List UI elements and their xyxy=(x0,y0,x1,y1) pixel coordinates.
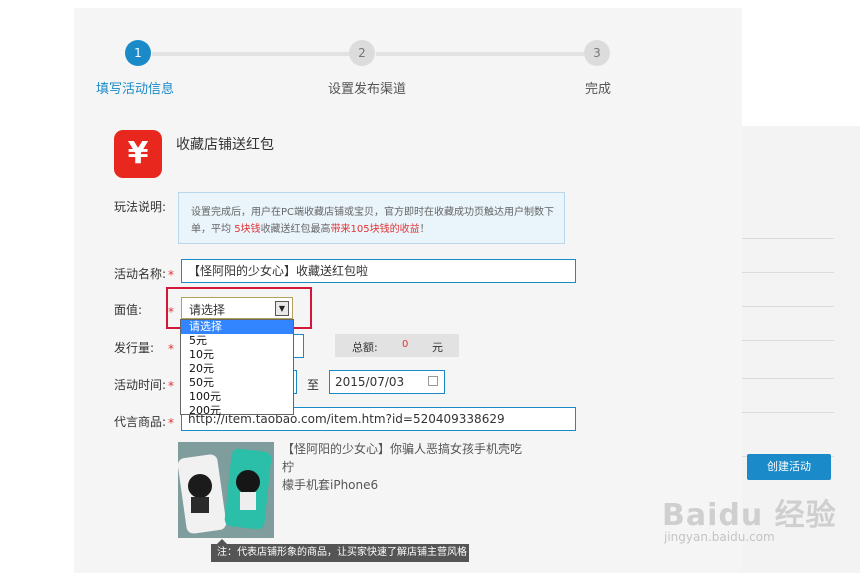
rules-text-part: 收藏送红包最高 xyxy=(260,224,331,235)
rules-highlight: 5块钱 xyxy=(234,224,261,235)
quantity-label: 发行量: xyxy=(114,341,155,355)
required-star: * xyxy=(168,379,174,393)
rules-label: 玩法说明: xyxy=(114,200,167,214)
dropdown-option[interactable]: 50元 xyxy=(181,376,293,390)
activity-name-input[interactable]: 【怪阿阳的少女心】收藏送红包啦 xyxy=(181,259,576,283)
required-star: * xyxy=(168,268,174,282)
activity-title: 收藏店铺送红包 xyxy=(176,137,274,153)
time-to-label: 至 xyxy=(307,378,320,392)
create-activity-button[interactable]: 创建活动 xyxy=(747,454,831,480)
step-3-circle: 3 xyxy=(584,40,610,66)
product-label: 代言商品: xyxy=(114,415,167,429)
total-value: 0 xyxy=(402,339,409,350)
product-title-line1: 【怪阿阳的少女心】你骗人恶搞女孩手机壳吃柠 xyxy=(282,442,523,474)
left-margin xyxy=(0,0,74,573)
face-value-label: 面值: xyxy=(114,303,143,317)
step-3-label: 完成 xyxy=(585,82,612,97)
dropdown-option[interactable]: 20元 xyxy=(181,362,293,376)
dropdown-option[interactable]: 请选择 xyxy=(181,320,293,334)
required-star: * xyxy=(168,416,174,430)
phone-case-picture xyxy=(178,442,274,538)
dropdown-option[interactable]: 200元 xyxy=(181,404,293,418)
rules-highlight: 带来105块钱的收益 xyxy=(330,224,420,235)
step-connector xyxy=(152,52,350,56)
divider xyxy=(742,340,834,341)
calendar-icon[interactable] xyxy=(428,376,438,386)
watermark-url: jingyan.baidu.com xyxy=(664,530,775,544)
dropdown-option[interactable]: 5元 xyxy=(181,334,293,348)
product-title-line2: 檬手机套iPhone6 xyxy=(282,478,379,492)
total-label: 总额: xyxy=(352,341,378,354)
face-value-dropdown: 请选择 5元 10元 20元 50元 100元 200元 xyxy=(180,319,294,418)
dropdown-option[interactable]: 10元 xyxy=(181,348,293,362)
divider xyxy=(742,238,834,239)
step-connector xyxy=(376,52,584,56)
total-unit: 元 xyxy=(432,341,443,354)
watermark-logo-text: Baidu 经验 xyxy=(662,498,837,533)
dropdown-option[interactable]: 100元 xyxy=(181,390,293,404)
rules-description: 设置完成后，用户在PC端收藏店铺或宝贝，官方即时在收藏成功页触达用户制数下 单，… xyxy=(178,192,565,244)
rules-text-part: 单，平均 xyxy=(191,224,235,235)
product-title: 【怪阿阳的少女心】你骗人恶搞女孩手机壳吃柠 檬手机套iPhone6 xyxy=(282,440,532,494)
end-date-input[interactable]: 2015/07/03 xyxy=(329,370,445,394)
baidu-watermark: Baidu 经验 jingyan.baidu.com xyxy=(662,478,842,558)
divider xyxy=(742,306,834,307)
step-2-label: 设置发布渠道 xyxy=(328,82,407,97)
product-image xyxy=(178,442,274,538)
required-star: * xyxy=(168,342,174,356)
rules-text-part: ！ xyxy=(419,224,430,235)
name-label: 活动名称: xyxy=(114,267,167,281)
divider xyxy=(742,378,834,379)
total-amount-box: 总额: 0 元 xyxy=(335,334,459,357)
step-2-circle: 2 xyxy=(349,40,375,66)
step-1-circle: 1 xyxy=(125,40,151,66)
end-date-value: 2015/07/03 xyxy=(335,375,405,389)
rules-text-line2: 单，平均 5块钱收藏送红包最高带来105块钱的收益！ xyxy=(191,221,554,238)
rules-text-line1: 设置完成后，用户在PC端收藏店铺或宝贝，官方即时在收藏成功页触达用户制数下 xyxy=(191,207,555,218)
product-tooltip: 注：代表店铺形象的商品，让买家快速了解店铺主营风格 xyxy=(211,539,469,562)
red-envelope-icon: ¥ xyxy=(114,130,162,178)
divider xyxy=(742,272,834,273)
divider xyxy=(742,412,834,413)
step-1-label: 填写活动信息 xyxy=(96,82,175,97)
time-label: 活动时间: xyxy=(114,378,167,392)
